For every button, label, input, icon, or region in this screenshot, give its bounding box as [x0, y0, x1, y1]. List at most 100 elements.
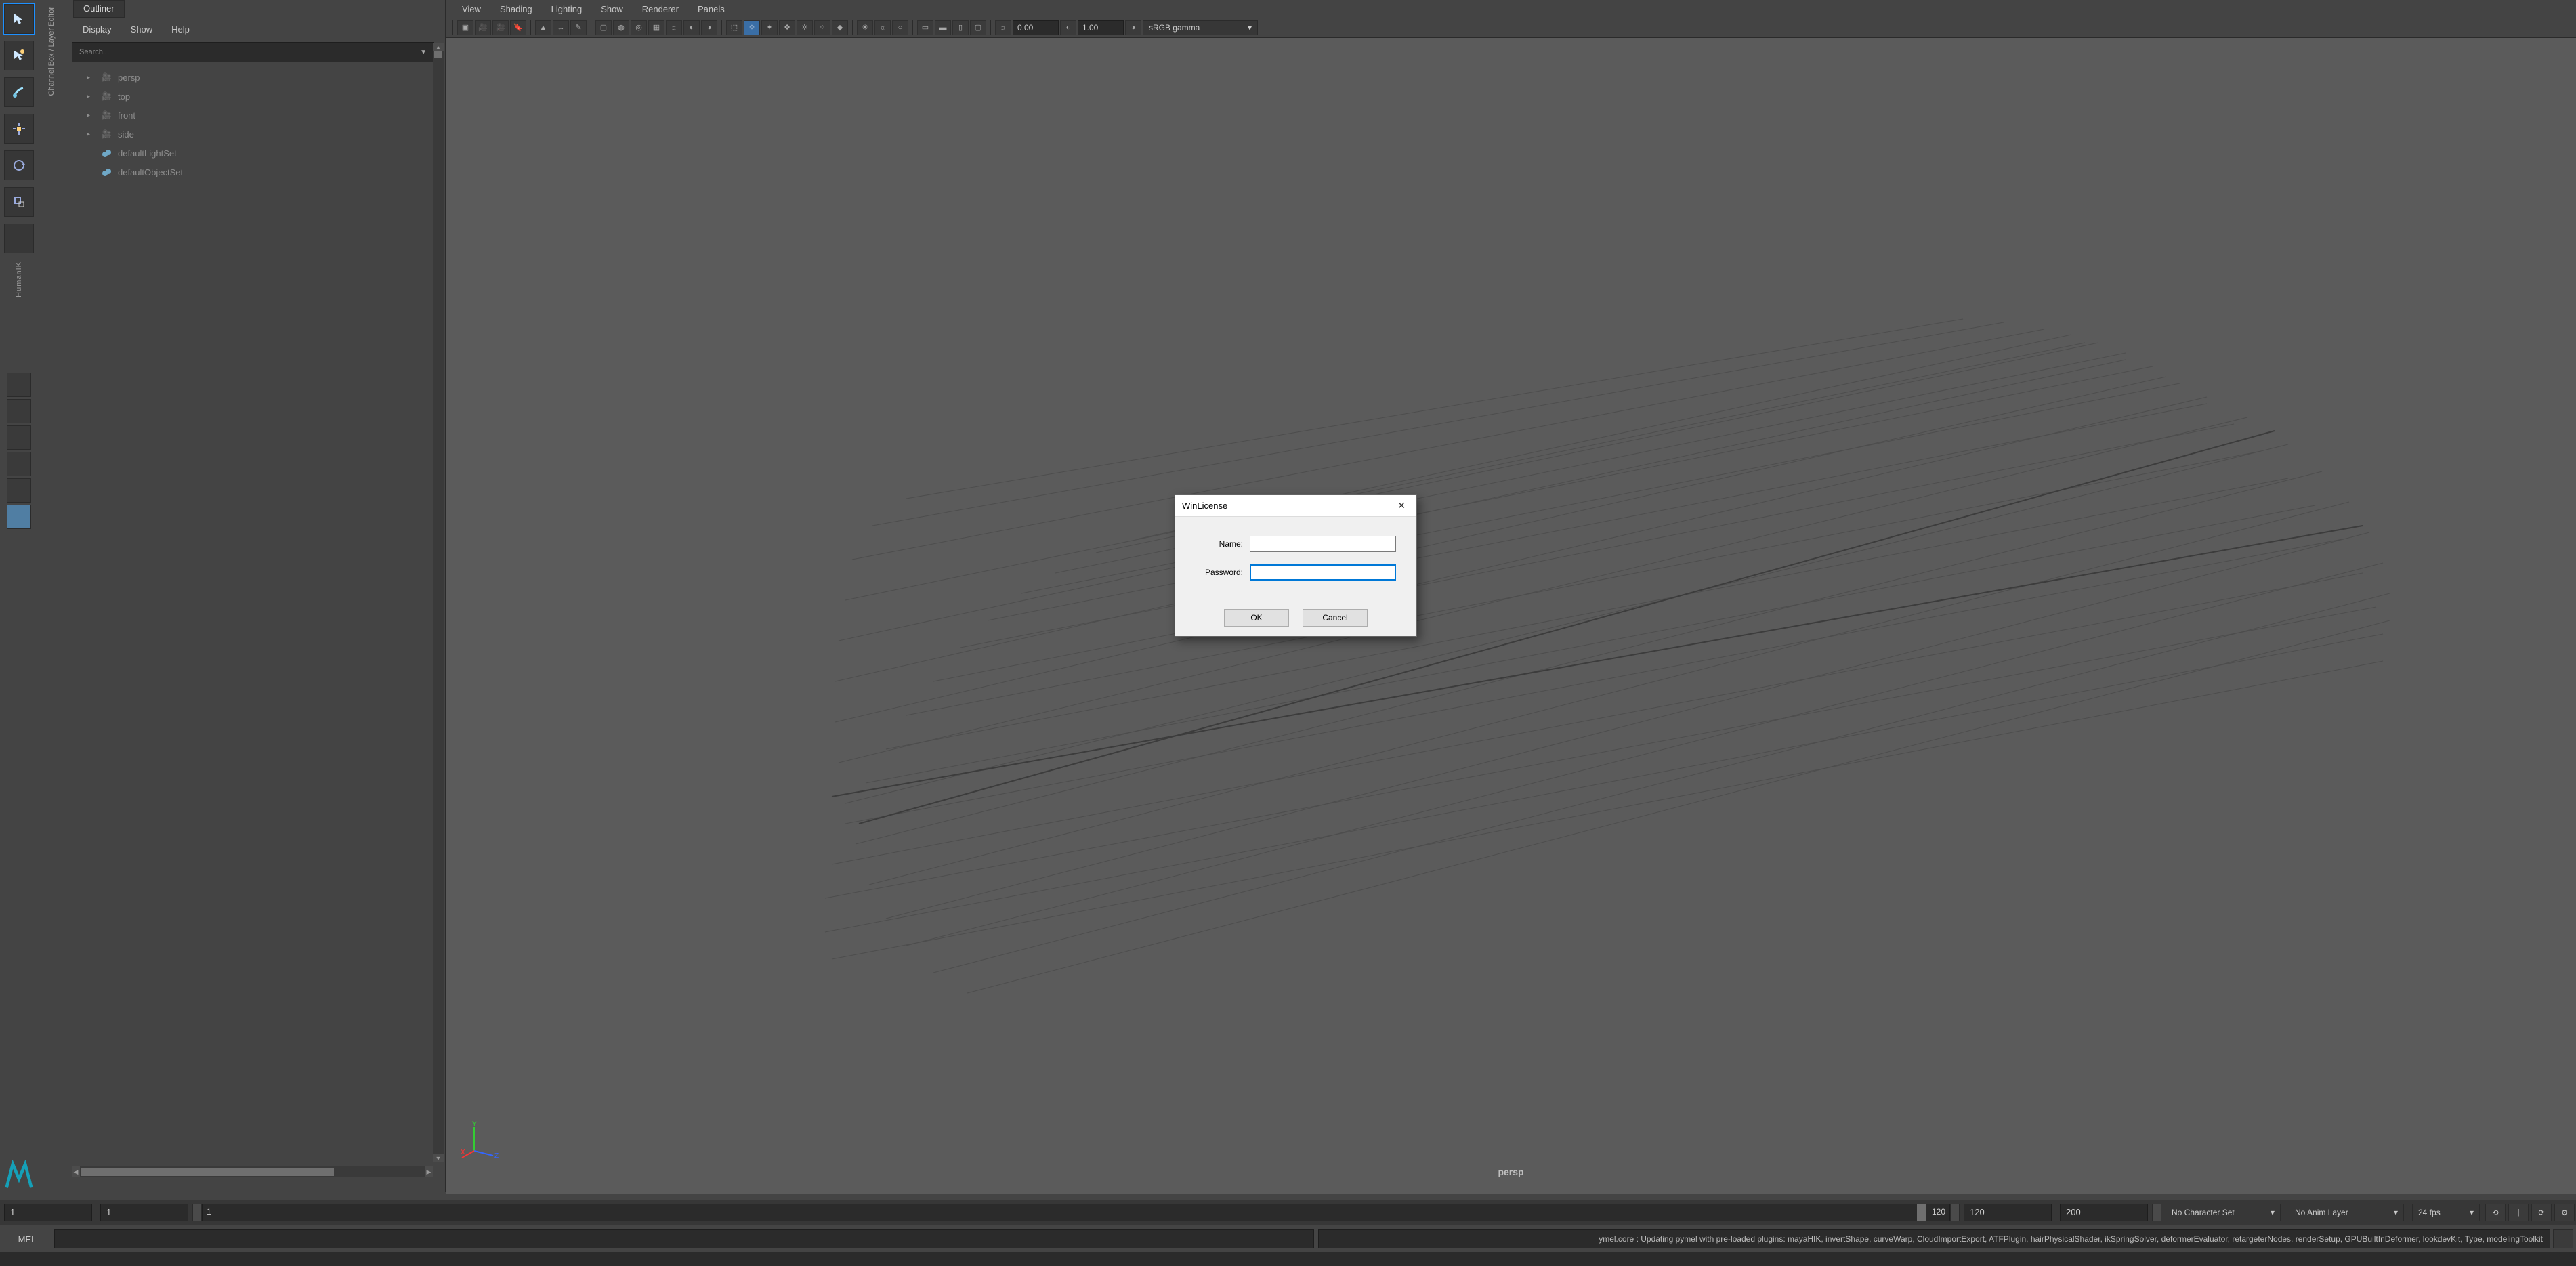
vp-menu-show[interactable]: Show [591, 3, 633, 15]
range-end-field[interactable]: 200 [2060, 1204, 2148, 1221]
outliner-item-top[interactable]: ▸top [72, 87, 430, 106]
vpbtn-wire[interactable]: ✲ [797, 20, 813, 35]
vpbtn-lock-cam[interactable]: 🎥 [475, 20, 491, 35]
scroll-thumb[interactable] [81, 1168, 334, 1176]
vpbtn-cam-attr[interactable]: 🎥 [492, 20, 509, 35]
vpbtn-grease[interactable]: ✎ [570, 20, 587, 35]
playback-opt1[interactable]: | [2508, 1204, 2529, 1221]
vp-menu-lighting[interactable]: Lighting [542, 3, 592, 15]
layout-four[interactable] [7, 399, 31, 423]
tool-select[interactable] [4, 4, 34, 34]
expand-icon[interactable]: ▸ [87, 112, 95, 119]
name-field[interactable] [1250, 536, 1396, 552]
script-editor-button[interactable] [2553, 1229, 2573, 1248]
outliner-search[interactable]: Search... ▼ [72, 42, 434, 62]
layout-single[interactable] [7, 373, 31, 397]
vpbtn-shade-ao[interactable]: ◑ [701, 20, 717, 35]
expand-icon[interactable]: ▸ [87, 131, 95, 138]
vpbtn-gamma-icon[interactable]: ◐ [1060, 20, 1076, 35]
vpbtn-shade-light[interactable]: ☼ [666, 20, 682, 35]
vpbtn-shade-wos[interactable]: ◎ [631, 20, 647, 35]
tool-move[interactable] [4, 114, 34, 144]
playback-opt2[interactable]: ⟳ [2531, 1204, 2552, 1221]
vpbtn-2d-pan[interactable]: ↔ [553, 20, 569, 35]
vp-menu-view[interactable]: View [452, 3, 490, 15]
playback-end-field[interactable]: 120 [1964, 1204, 2052, 1221]
range-right-handle[interactable] [1950, 1204, 1960, 1221]
playback-start-field[interactable]: 1 [100, 1204, 188, 1221]
gamma-input[interactable]: 1.00 [1078, 20, 1124, 35]
outliner-item-persp[interactable]: ▸persp [72, 68, 430, 87]
expand-icon[interactable]: ▸ [87, 74, 95, 81]
outliner-menu-display[interactable]: Display [73, 20, 121, 39]
fps-combo[interactable]: 24 fps▾ [2412, 1204, 2480, 1221]
scroll-down-icon[interactable]: ▼ [433, 1154, 444, 1162]
outliner-hscroll[interactable]: ◀ ▶ [72, 1166, 433, 1177]
scroll-right-icon[interactable]: ▶ [425, 1166, 433, 1177]
tool-lasso[interactable] [4, 41, 34, 70]
exposure-input[interactable]: 0.00 [1013, 20, 1059, 35]
vpbtn-shade-wire[interactable]: ▢ [595, 20, 612, 35]
expand-icon[interactable]: ▸ [87, 93, 95, 100]
layout-two-h[interactable] [7, 425, 31, 450]
vpbtn-gate-mask[interactable]: ▬ [935, 20, 951, 35]
vpbtn-shade-tex[interactable]: ▦ [648, 20, 664, 35]
tool-scale[interactable] [4, 187, 34, 217]
autokey-toggle[interactable]: ⟲ [2485, 1204, 2506, 1221]
colorspace-combo[interactable]: sRGB gamma ▾ [1143, 20, 1258, 35]
time-track-head[interactable] [1917, 1204, 1926, 1221]
scroll-left-icon[interactable]: ◀ [72, 1166, 80, 1177]
outliner-menu-show[interactable]: Show [121, 20, 163, 39]
vpbtn-film-gate[interactable]: ▯ [952, 20, 969, 35]
ok-button[interactable]: OK [1224, 609, 1289, 627]
outliner-item-side[interactable]: ▸side [72, 125, 430, 144]
vpbtn-res-gate[interactable]: ▭ [917, 20, 933, 35]
outliner-vscroll[interactable]: ▲ ▼ [433, 43, 444, 1162]
vpbtn-shade-smooth[interactable]: ◍ [613, 20, 629, 35]
scroll-thumb[interactable] [434, 51, 442, 58]
scroll-up-icon[interactable]: ▲ [433, 43, 444, 51]
vpbtn-lighting3[interactable]: ○ [892, 20, 908, 35]
cancel-button[interactable]: Cancel [1303, 609, 1368, 627]
vpbtn-points[interactable]: ⁘ [814, 20, 830, 35]
tool-blank[interactable] [4, 224, 34, 253]
vpbtn-bookmark[interactable]: 🔖 [510, 20, 526, 35]
vpbtn-exposure-icon[interactable]: ☼ [995, 20, 1011, 35]
tool-paint[interactable] [4, 77, 34, 107]
outliner-item-defaultobjectset[interactable]: defaultObjectSet [72, 163, 430, 182]
vpbtn-safe[interactable]: ▢ [970, 20, 986, 35]
character-set-combo[interactable]: No Character Set▾ [2166, 1204, 2281, 1221]
command-input[interactable] [54, 1229, 1314, 1248]
outliner-item-defaultlightset[interactable]: defaultLightSet [72, 144, 430, 163]
vpbtn-xray-c[interactable]: ❖ [779, 20, 795, 35]
outliner-tab[interactable]: Outliner [73, 0, 125, 18]
close-icon[interactable]: ✕ [1393, 499, 1410, 513]
layout-custom1[interactable] [7, 478, 31, 503]
viewport-canvas[interactable]: Y Z X persp [446, 38, 2576, 1180]
anim-layer-combo[interactable]: No Anim Layer▾ [2289, 1204, 2404, 1221]
layout-two-v[interactable] [7, 452, 31, 476]
vp-menu-shading[interactable]: Shading [490, 3, 542, 15]
vpbtn-img-plane[interactable]: ▲ [535, 20, 551, 35]
outliner-menu-help[interactable]: Help [162, 20, 199, 39]
vpbtn-isolate[interactable]: ⬚ [726, 20, 742, 35]
tool-rotate[interactable] [4, 150, 34, 180]
vpbtn-shade-shadow[interactable]: ◐ [683, 20, 700, 35]
vpbtn-xray[interactable]: ✧ [744, 20, 760, 35]
time-track[interactable]: 1 120 [202, 1204, 1950, 1221]
vp-menu-renderer[interactable]: Renderer [633, 3, 688, 15]
vp-menu-panels[interactable]: Panels [688, 3, 734, 15]
vpbtn-select-cam[interactable]: ▣ [457, 20, 473, 35]
vpbtn-lighting1[interactable]: ☀ [857, 20, 873, 35]
script-language-label[interactable]: MEL [0, 1234, 54, 1244]
dialog-titlebar[interactable]: WinLicense ✕ [1175, 495, 1416, 517]
layout-outliner-persp[interactable] [7, 505, 31, 529]
vpbtn-lighting2[interactable]: ☼ [874, 20, 891, 35]
vpbtn-xray-j[interactable]: ✦ [761, 20, 778, 35]
vpbtn-cm-icon[interactable]: ◑ [1125, 20, 1141, 35]
range-left-handle[interactable] [192, 1204, 202, 1221]
outliner-item-front[interactable]: ▸front [72, 106, 430, 125]
range-start-field[interactable]: 1 [4, 1204, 92, 1221]
anim-prefs[interactable]: ⚙ [2554, 1204, 2575, 1221]
vpbtn-poly[interactable]: ◆ [832, 20, 848, 35]
